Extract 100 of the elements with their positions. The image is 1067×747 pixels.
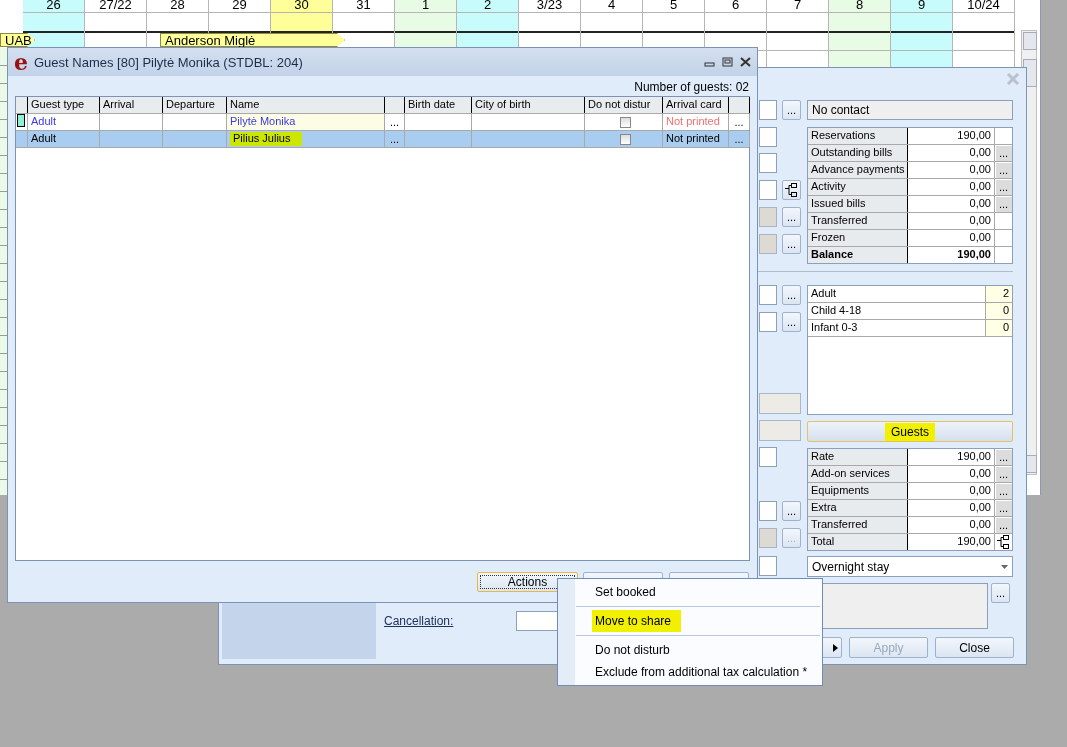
amount-value: 0,00	[908, 517, 995, 533]
browse-button[interactable]: ...	[991, 583, 1010, 603]
column-header[interactable]: Name	[227, 97, 385, 113]
browse-button[interactable]: ...	[782, 207, 801, 227]
summary-label: Total	[808, 534, 908, 550]
text-field[interactable]	[759, 207, 777, 227]
date-label: 2	[457, 0, 518, 13]
hierarchy-button[interactable]	[782, 180, 801, 200]
text-field[interactable]	[759, 100, 777, 120]
text-field[interactable]	[759, 127, 777, 147]
browse-button[interactable]: ...	[782, 100, 801, 120]
column-header[interactable]: Do not distur	[585, 97, 663, 113]
close-icon[interactable]	[740, 57, 751, 67]
menu-item[interactable]: Move to share	[558, 610, 822, 632]
date-label: 31	[333, 0, 394, 13]
dialog-button[interactable]: Close	[935, 637, 1014, 658]
amount-value: 190,00	[908, 534, 995, 550]
arrival-card-status: Not printed	[666, 115, 720, 127]
date-label: 7	[767, 0, 828, 13]
guests-button[interactable]: Guests	[807, 421, 1013, 442]
amount-value: 190,00	[908, 247, 995, 263]
date-label: 5	[643, 0, 704, 13]
scroll-up-button[interactable]	[1023, 32, 1037, 50]
details-button[interactable]: ...	[995, 196, 1012, 212]
text-field[interactable]	[759, 501, 777, 521]
booking-bar[interactable]: UAB	[0, 33, 35, 47]
row-menu-button[interactable]: ...	[729, 131, 750, 147]
name-browse-button[interactable]: ...	[385, 114, 405, 130]
summary-label: Issued bills	[808, 196, 908, 212]
name-browse-button[interactable]: ...	[385, 131, 405, 147]
amount-value: 0,00	[908, 466, 995, 482]
amount-value: 0,00	[908, 196, 995, 212]
details-button[interactable]: ...	[995, 517, 1012, 533]
browse-button[interactable]: ...	[782, 501, 801, 521]
amount-value: 0,00	[908, 179, 995, 195]
date-label: 8	[829, 0, 890, 13]
form-button[interactable]	[759, 393, 801, 414]
text-field[interactable]	[759, 285, 777, 305]
date-label: 26	[23, 0, 84, 13]
date-label: 4	[581, 0, 642, 13]
text-field[interactable]	[759, 312, 777, 332]
text-field[interactable]	[759, 447, 777, 467]
text-field[interactable]	[759, 556, 777, 576]
column-header[interactable]: Birth date	[405, 97, 472, 113]
details-button[interactable]: ...	[995, 500, 1012, 516]
details-button[interactable]: ...	[995, 179, 1012, 195]
guest-count: 0	[986, 320, 1012, 336]
date-label: 28	[147, 0, 208, 13]
checkbox[interactable]	[619, 133, 631, 145]
details-button[interactable]: ...	[995, 449, 1012, 465]
text-field[interactable]	[759, 234, 777, 254]
text-field[interactable]	[759, 153, 777, 173]
summary-label: Transferred	[808, 517, 908, 533]
column-header[interactable]: Arrival card	[663, 97, 729, 113]
summary-label: Rate	[808, 449, 908, 465]
hierarchy-icon	[997, 535, 1010, 549]
browse-button[interactable]: ...	[782, 312, 801, 332]
summary-label: Equipments	[808, 483, 908, 499]
text-field[interactable]	[759, 528, 777, 548]
app-logo: e	[14, 52, 28, 72]
summary-label: Frozen	[808, 230, 908, 246]
cancellation-link[interactable]: Cancellation:	[384, 614, 454, 628]
column-header[interactable]: Guest type	[28, 97, 100, 113]
browse-button[interactable]: ...	[782, 234, 801, 254]
guest-count-label: Number of guests: 02	[633, 79, 750, 96]
details-button[interactable]: ...	[995, 145, 1012, 161]
window-title: Guest Names [80] Pilytė Monika (STDBL: 204)	[34, 54, 304, 70]
stay-type-dropdown[interactable]: Overnight stay	[807, 556, 1013, 577]
menu-item[interactable]: Do not disturb	[558, 639, 822, 661]
amount-value: 0,00	[908, 500, 995, 516]
guest-row[interactable]: Adult Pilius Julius ... Not printed ...	[16, 131, 749, 148]
date-label: 29	[209, 0, 270, 13]
summary-label: Outstanding bills	[808, 145, 908, 161]
amount-value: 0,00	[908, 145, 995, 161]
column-header[interactable]: Arrival	[100, 97, 163, 113]
browse-button[interactable]: ...	[782, 285, 801, 305]
form-button[interactable]	[759, 420, 801, 441]
caret-icon	[833, 643, 838, 652]
column-header[interactable]: City of birth	[472, 97, 585, 113]
date-label: 3/23	[519, 0, 580, 13]
guest-type: Adult	[31, 132, 57, 144]
contact-field: No contact	[807, 100, 1013, 120]
dropdown-arrow-icon	[1001, 564, 1008, 569]
column-header[interactable]: Departure	[163, 97, 227, 113]
details-button[interactable]: ...	[995, 466, 1012, 482]
text-field[interactable]	[759, 180, 777, 200]
restore-icon[interactable]	[722, 57, 733, 67]
details-button[interactable]: ...	[995, 483, 1012, 499]
menu-item[interactable]: Exclude from additional tax calculation *	[558, 661, 822, 683]
amount-value: 190,00	[908, 128, 995, 144]
arrival-card-status: Not printed	[666, 132, 720, 144]
amount-value: 0,00	[908, 230, 995, 246]
booking-bar[interactable]: Anderson Miglė	[160, 33, 345, 47]
summary-label: Activity	[808, 179, 908, 195]
guest-name: Pilius Julius	[230, 132, 303, 146]
date-label: 1	[395, 0, 456, 13]
checkbox[interactable]	[619, 116, 631, 128]
row-menu-button[interactable]: ...	[729, 114, 750, 130]
details-button[interactable]: ...	[995, 162, 1012, 178]
guest-count: 0	[986, 303, 1012, 319]
